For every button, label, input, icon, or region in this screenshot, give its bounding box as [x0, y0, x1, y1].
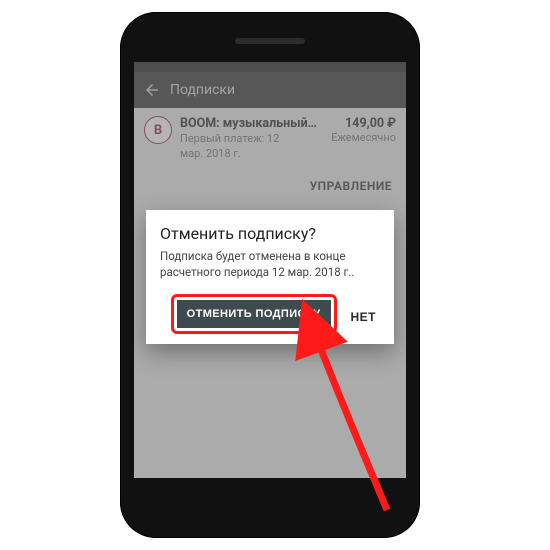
phone-frame: Подписки B BOOM: музыкальный… Первый пла…: [120, 12, 420, 538]
highlight-box: ОТМЕНИТЬ ПОДПИСКУ: [171, 294, 337, 334]
phone-speaker: [235, 38, 305, 44]
dialog-no-button[interactable]: НЕТ: [347, 304, 381, 330]
dialog-title: Отменить подписку?: [160, 224, 380, 243]
dialog-body-line2: расчетного периода 12 мар. 2018 г..: [160, 265, 380, 281]
dialog-body-line1: Подписка будет отменена в конце: [160, 249, 380, 265]
phone-screen: Подписки B BOOM: музыкальный… Первый пла…: [134, 62, 406, 478]
cancel-subscription-dialog: Отменить подписку? Подписка будет отмене…: [146, 210, 394, 344]
stage: Подписки B BOOM: музыкальный… Первый пла…: [0, 0, 550, 550]
dialog-actions: ОТМЕНИТЬ ПОДПИСКУ НЕТ: [160, 294, 380, 334]
cancel-subscription-button[interactable]: ОТМЕНИТЬ ПОДПИСКУ: [177, 300, 331, 328]
